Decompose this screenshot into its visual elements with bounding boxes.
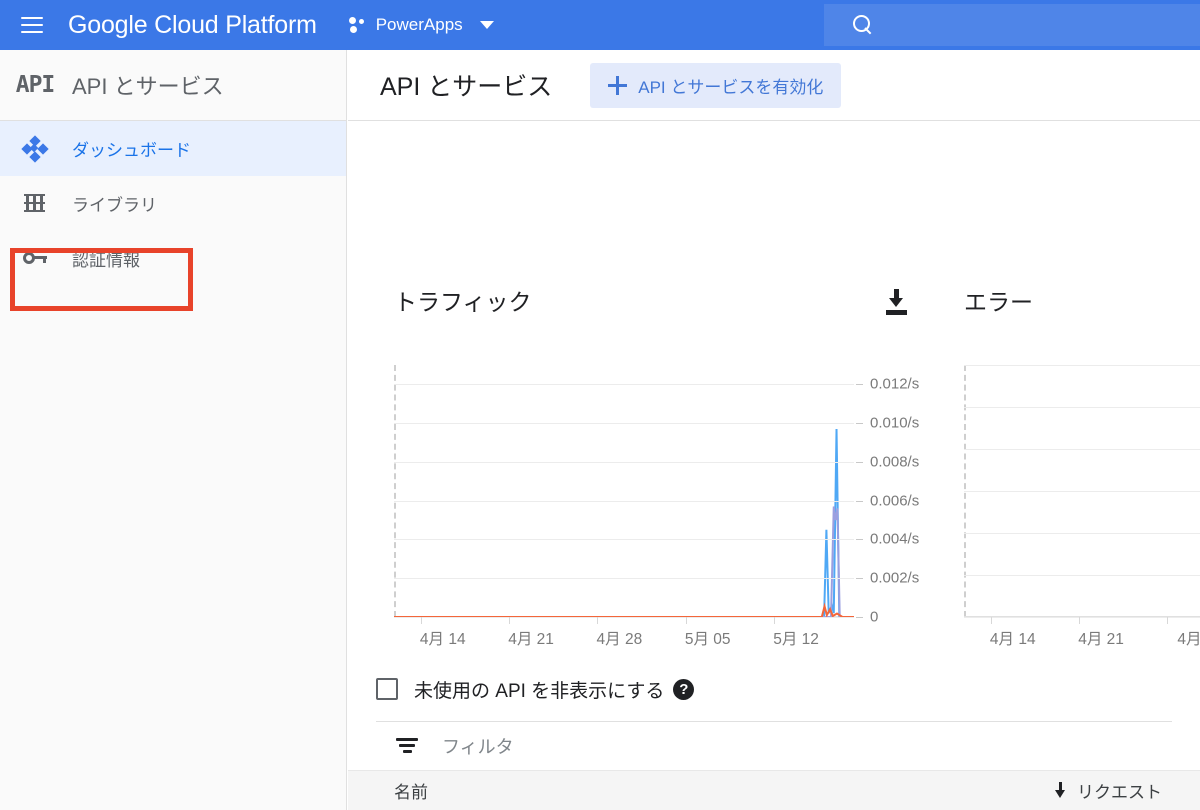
sidebar-item-label: ダッシュボード — [72, 141, 191, 160]
api-logo-icon: API — [15, 72, 56, 98]
help-icon[interactable]: ? — [673, 678, 695, 700]
plus-icon — [608, 75, 628, 95]
search-icon — [852, 14, 874, 36]
filter-row[interactable]: フィルタ — [396, 722, 1200, 770]
errors-plot: 4月 14 4月 21 4月 — [964, 365, 1200, 648]
hide-unused-apis-row: 未使用の API を非表示にする ? — [376, 669, 1200, 709]
gridline — [964, 365, 1200, 366]
enable-apis-button[interactable]: API とサービスを有効化 — [590, 62, 842, 108]
x-tick-mark — [774, 617, 776, 624]
x-tick-label: 4月 21 — [508, 631, 554, 648]
x-tick-label: 4月 21 — [1078, 631, 1124, 648]
content-header: API とサービス API とサービスを有効化 — [348, 50, 1200, 121]
x-tick-label: 5月 12 — [773, 631, 819, 648]
chart-series-series-blue — [394, 428, 854, 618]
errors-chart-title: エラー — [964, 289, 1033, 315]
dashboard-icon — [12, 134, 58, 163]
chevron-down-icon — [479, 21, 494, 29]
y-tick-mark — [856, 539, 863, 541]
hide-unused-apis-checkbox[interactable] — [376, 678, 398, 700]
gridline — [394, 539, 854, 541]
library-icon — [12, 193, 58, 214]
y-tick-label: 0.002/s — [870, 569, 920, 587]
main-content: API とサービス API とサービスを有効化 トラフィック 0.012/s 0… — [348, 50, 1200, 810]
filter-icon[interactable] — [396, 738, 418, 754]
top-navigation-bar: Google Cloud Platform PowerApps — [0, 0, 1200, 50]
y-tick-mark — [856, 461, 863, 463]
gridline — [964, 449, 1200, 450]
y-tick-label: 0.012/s — [870, 375, 920, 393]
gridline — [964, 407, 1200, 408]
sidebar-item-label: 認証情報 — [72, 251, 140, 270]
x-tick-label: 4月 14 — [989, 631, 1036, 648]
y-tick-label: 0.006/s — [870, 492, 920, 510]
column-header-requests-label: リクエスト — [1077, 783, 1162, 802]
x-tick-label: 4月 28 — [596, 631, 643, 648]
errors-x-tick-labels: 4月 14 4月 21 4月 — [964, 617, 1200, 648]
hamburger-menu-icon[interactable] — [8, 0, 56, 50]
key-icon — [12, 251, 58, 267]
filter-input[interactable]: フィルタ — [442, 733, 514, 759]
x-tick-mark — [1167, 617, 1169, 624]
hide-unused-apis-label: 未使用の API を非表示にする — [414, 680, 665, 702]
brand-title: Google Cloud Platform — [68, 10, 317, 39]
sidebar: API API とサービス ダッシュボード ライブラリ 認証情報 — [0, 50, 347, 810]
chart-series-series-purple — [394, 506, 854, 618]
project-selector[interactable]: PowerApps — [348, 0, 494, 50]
project-name-label: PowerApps — [375, 15, 463, 34]
sidebar-item-credentials[interactable]: 認証情報 — [0, 231, 346, 286]
column-header-name[interactable]: 名前 — [394, 778, 428, 803]
gridline — [964, 575, 1200, 576]
gridline — [394, 423, 854, 425]
traffic-plot: 0.012/s 0.010/s 0.008/s 0.006/s 0.004/s 0.002… — [394, 365, 960, 648]
errors-chart: エラー 4月 14 4月 21 4月 — [964, 121, 1200, 648]
y-tick-mark — [856, 384, 863, 386]
download-icon[interactable] — [884, 289, 910, 315]
x-tick-mark — [685, 617, 687, 624]
gridline — [394, 461, 854, 463]
gridline — [394, 578, 854, 580]
y-tick-label: 0.008/s — [870, 453, 920, 471]
api-table: 名前 リクエスト エラー（%） レイテンシ、中央 — [348, 770, 1200, 810]
page-title: API とサービス — [380, 73, 553, 101]
x-tick-mark — [990, 617, 992, 624]
table-header-row: 名前 リクエスト エラー（%） レイテンシ、中央 — [348, 770, 1200, 810]
x-tick-mark — [1079, 617, 1081, 624]
sidebar-item-library[interactable]: ライブラリ — [0, 176, 346, 231]
gridline — [964, 491, 1200, 492]
x-tick-mark — [509, 617, 511, 624]
enable-apis-label: API とサービスを有効化 — [638, 77, 824, 97]
y-tick-mark — [856, 500, 863, 502]
y-tick-label: 0.004/s — [870, 530, 920, 548]
x-tick-label: 4月 14 — [419, 631, 466, 648]
sidebar-header: API API とサービス — [0, 50, 346, 121]
project-dots-icon — [348, 16, 367, 34]
chart-series-series-orange — [394, 602, 854, 618]
traffic-chart-title: トラフィック — [394, 289, 532, 315]
page-root: Google Cloud Platform PowerApps API API … — [0, 0, 1200, 810]
x-tick-label: 5月 05 — [684, 631, 731, 648]
x-tick-mark — [597, 617, 599, 624]
gridline — [964, 533, 1200, 534]
gridline — [394, 384, 854, 386]
x-tick-mark — [420, 617, 422, 624]
sidebar-item-label: ライブラリ — [72, 196, 157, 215]
search-input[interactable] — [824, 4, 1200, 46]
y-tick-mark — [856, 578, 863, 580]
sort-descending-icon — [1053, 782, 1068, 799]
sidebar-item-dashboard[interactable]: ダッシュボード — [0, 121, 346, 176]
traffic-x-tick-labels: 4月 14 4月 21 4月 28 5月 05 5月 12 — [394, 617, 960, 648]
sidebar-title: API とサービス — [72, 74, 224, 99]
column-header-requests[interactable]: リクエスト — [1053, 778, 1162, 803]
traffic-chart: トラフィック 0.012/s 0.010/s 0.008/s 0.006/s 0.004… — [394, 121, 960, 648]
charts-region: トラフィック 0.012/s 0.010/s 0.008/s 0.006/s 0.004… — [348, 121, 1200, 661]
y-tick-label: 0.010/s — [870, 414, 920, 432]
x-tick-label: 4月 — [1177, 631, 1200, 648]
y-tick-mark — [856, 423, 863, 425]
gridline — [394, 500, 854, 502]
